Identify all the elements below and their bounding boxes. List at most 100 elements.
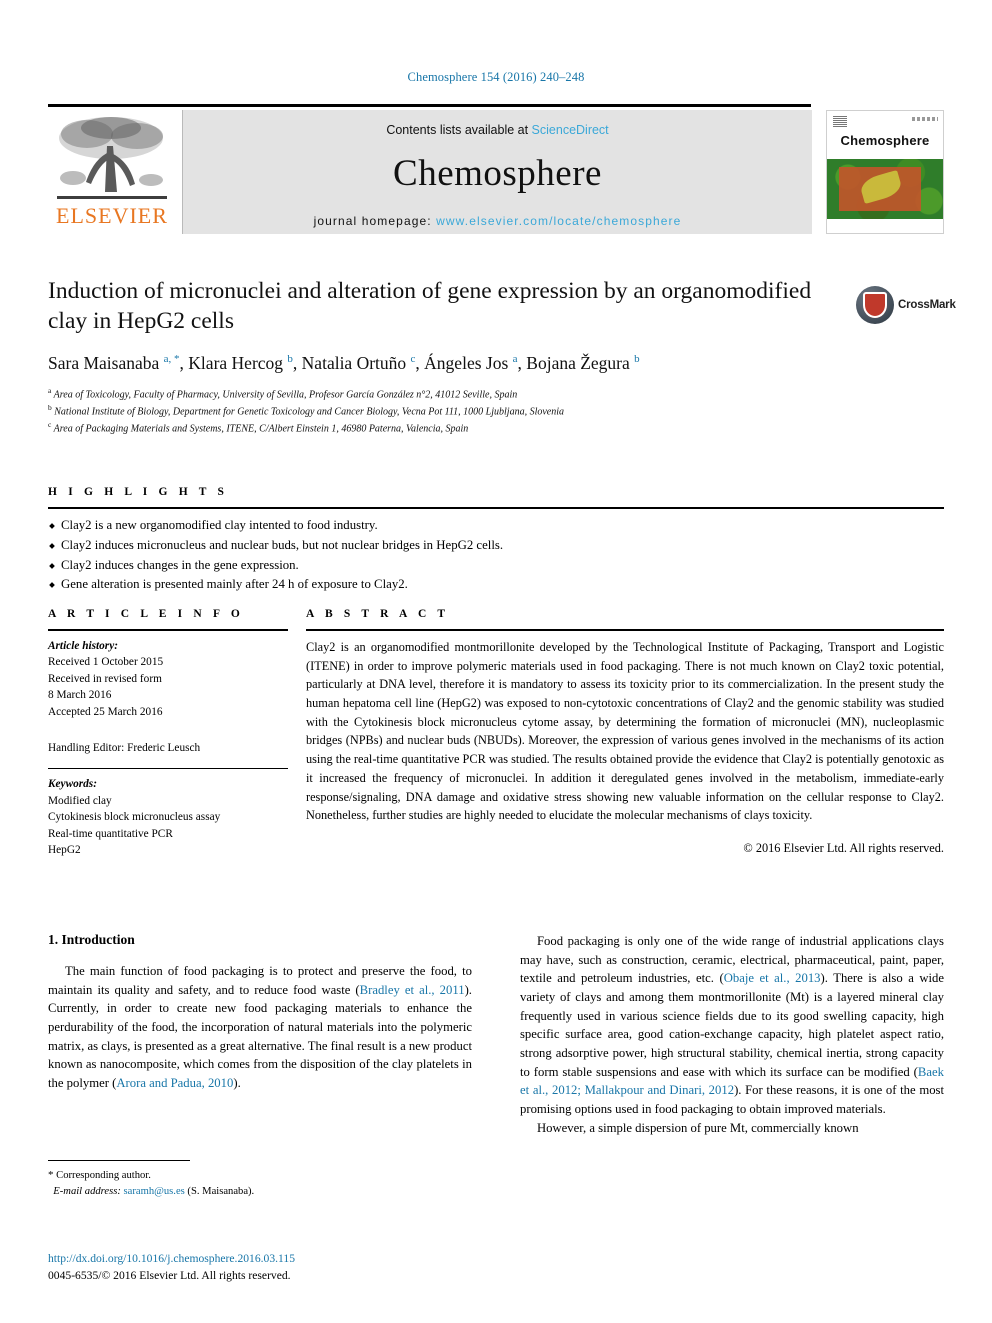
cover-photo	[827, 159, 943, 219]
history-line: Received 1 October 2015	[48, 656, 164, 669]
affiliation-text: National Institute of Biology, Departmen…	[54, 406, 565, 418]
column-gap	[288, 629, 306, 859]
doi-link[interactable]: http://dx.doi.org/10.1016/j.chemosphere.…	[48, 1250, 548, 1267]
elsevier-logo: ELSEVIER	[48, 110, 176, 234]
footer-doi-block: http://dx.doi.org/10.1016/j.chemosphere.…	[48, 1250, 548, 1285]
affiliation-text: Area of Packaging Materials and Systems,…	[53, 423, 469, 435]
article-info-separator	[48, 768, 288, 770]
journal-homepage-line: journal homepage: www.elsevier.com/locat…	[183, 214, 812, 228]
history-line: Accepted 25 March 2016	[48, 705, 163, 718]
article-history: Article history: Received 1 October 2015…	[48, 638, 288, 720]
info-abstract-body: Article history: Received 1 October 2015…	[48, 629, 944, 859]
list-item: Clay2 induces micronucleus and nuclear b…	[48, 536, 944, 556]
journal-cover-thumbnail: Chemosphere	[826, 110, 944, 234]
abstract-heading: A B S T R A C T	[306, 608, 450, 620]
cover-issue-text-icon	[912, 117, 938, 121]
affiliation-marker: c	[48, 420, 52, 430]
email-suffix: (S. Maisanaba).	[184, 1185, 255, 1197]
cover-bottom-area	[827, 219, 943, 233]
intro-paragraph-right-1: Food packaging is only one of the wide r…	[520, 932, 944, 1119]
footnote-rule	[48, 1160, 190, 1161]
masthead-top-rule	[48, 104, 811, 107]
abstract-rule	[306, 629, 944, 631]
para-text: ).	[233, 1076, 241, 1091]
keyword-item: Real-time quantitative PCR	[48, 827, 173, 840]
article-info-heading-col: A R T I C L E I N F O	[48, 608, 288, 620]
affiliation-item: c Area of Packaging Materials and System…	[48, 419, 848, 436]
sciencedirect-link[interactable]: ScienceDirect	[532, 123, 609, 137]
introduction-heading: 1. Introduction	[48, 932, 135, 947]
keywords-block: Keywords: Modified clay Cytokinesis bloc…	[48, 776, 288, 858]
journal-title: Chemosphere	[393, 153, 602, 194]
crossmark-label: CrossMark	[898, 299, 956, 311]
journal-masthead: ELSEVIER Contents lists available at Sci…	[48, 104, 944, 234]
masthead-center-panel: Contents lists available at ScienceDirec…	[182, 110, 812, 234]
contents-available-line: Contents lists available at ScienceDirec…	[183, 110, 812, 137]
article-history-label: Article history:	[48, 640, 118, 652]
affiliation-list: a Area of Toxicology, Faculty of Pharmac…	[48, 385, 848, 437]
crossmark-badge[interactable]: CrossMark	[856, 282, 956, 328]
affiliation-item: b National Institute of Biology, Departm…	[48, 402, 848, 419]
cover-barcode-icon	[833, 116, 847, 127]
contents-prefix: Contents lists available at	[386, 123, 532, 137]
homepage-prefix: journal homepage:	[313, 214, 437, 228]
elsevier-wordmark: ELSEVIER	[56, 203, 168, 228]
journal-homepage-link[interactable]: www.elsevier.com/locate/chemosphere	[436, 214, 681, 228]
history-line: Received in revised form	[48, 672, 162, 685]
abstract-panel: Clay2 is an organomodified montmorilloni…	[306, 629, 944, 859]
highlights-rule	[48, 507, 944, 509]
body-columns: 1. Introduction The main function of foo…	[48, 932, 944, 1137]
para-text: ). There is also a wide variety of clays…	[520, 971, 944, 1079]
history-line: 8 March 2016	[48, 689, 112, 702]
intro-paragraph-left: The main function of food packaging is t…	[48, 962, 472, 1093]
email-label: E-mail address:	[53, 1185, 124, 1197]
citation-link[interactable]: Obaje et al., 2013	[724, 971, 821, 985]
abstract-copyright: © 2016 Elsevier Ltd. All rights reserved…	[743, 840, 944, 855]
intro-paragraph-right-2: However, a simple dispersion of pure Mt,…	[537, 1120, 859, 1135]
affiliation-marker: b	[48, 403, 52, 413]
page-title: Induction of micronuclei and alteration …	[48, 278, 812, 335]
issn-copyright-line: 0045-6535/© 2016 Elsevier Ltd. All right…	[48, 1269, 291, 1283]
corresponding-author-text: Corresponding author.	[56, 1170, 151, 1181]
article-info-rule	[48, 629, 288, 631]
info-abstract-headings: A R T I C L E I N F O A B S T R A C T	[48, 608, 944, 620]
email-link[interactable]: saramh@us.es	[124, 1186, 185, 1197]
list-item: Gene alteration is presented mainly afte…	[48, 575, 944, 595]
column-gap	[288, 608, 306, 620]
article-info-panel: Article history: Received 1 October 2015…	[48, 629, 288, 859]
title-block: Induction of micronuclei and alteration …	[48, 276, 848, 437]
info-abstract-section: A R T I C L E I N F O A B S T R A C T Ar…	[48, 608, 944, 859]
keyword-item: Cytokinesis block micronucleus assay	[48, 811, 221, 824]
affiliation-text: Area of Toxicology, Faculty of Pharmacy,…	[53, 389, 518, 401]
keyword-item: HepG2	[48, 844, 81, 857]
cover-journal-name: Chemosphere	[840, 133, 930, 148]
body-column-left: 1. Introduction The main function of foo…	[48, 932, 472, 1137]
crossmark-shield-icon	[863, 292, 887, 318]
article-info-heading: A R T I C L E I N F O	[48, 608, 244, 620]
para-text: ). Currently, in order to create new foo…	[48, 982, 472, 1091]
citation-link[interactable]: Bradley et al., 2011	[360, 983, 465, 997]
handling-editor: Handling Editor: Frederic Leusch	[48, 742, 201, 755]
highlights-heading: H I G H L I G H T S	[48, 486, 229, 498]
highlights-section: H I G H L I G H T S Clay2 is a new organ…	[48, 486, 944, 595]
corresponding-author-note: * Corresponding author. E-mail address: …	[48, 1167, 472, 1200]
list-item: Clay2 induces changes in the gene expres…	[48, 556, 944, 576]
crossmark-icon	[856, 286, 894, 324]
body-column-right: Food packaging is only one of the wide r…	[520, 932, 944, 1137]
footnote-block: * Corresponding author. E-mail address: …	[48, 1160, 472, 1200]
keyword-item: Modified clay	[48, 794, 112, 807]
citation-link[interactable]: Arora and Padua, 2010	[116, 1076, 233, 1090]
list-item: Clay2 is a new organomodified clay inten…	[48, 516, 944, 536]
asterisk-icon: *	[48, 1169, 54, 1181]
affiliation-item: a Area of Toxicology, Faculty of Pharmac…	[48, 385, 848, 402]
keywords-label: Keywords:	[48, 778, 97, 791]
affiliation-marker: a	[48, 385, 52, 395]
author-list: Sara Maisanaba a, *, Klara Hercog b, Nat…	[48, 353, 640, 374]
running-head: Chemosphere 154 (2016) 240–248	[407, 70, 585, 84]
highlights-list: Clay2 is a new organomodified clay inten…	[48, 516, 944, 595]
elsevier-tree-icon	[57, 117, 167, 199]
cover-top-area: Chemosphere	[827, 111, 943, 159]
abstract-text: Clay2 is an organomodified montmorilloni…	[306, 640, 944, 823]
abstract-heading-col: A B S T R A C T	[306, 608, 944, 620]
paper-page: Chemosphere 154 (2016) 240–248 ELSEVIER …	[0, 0, 992, 1323]
